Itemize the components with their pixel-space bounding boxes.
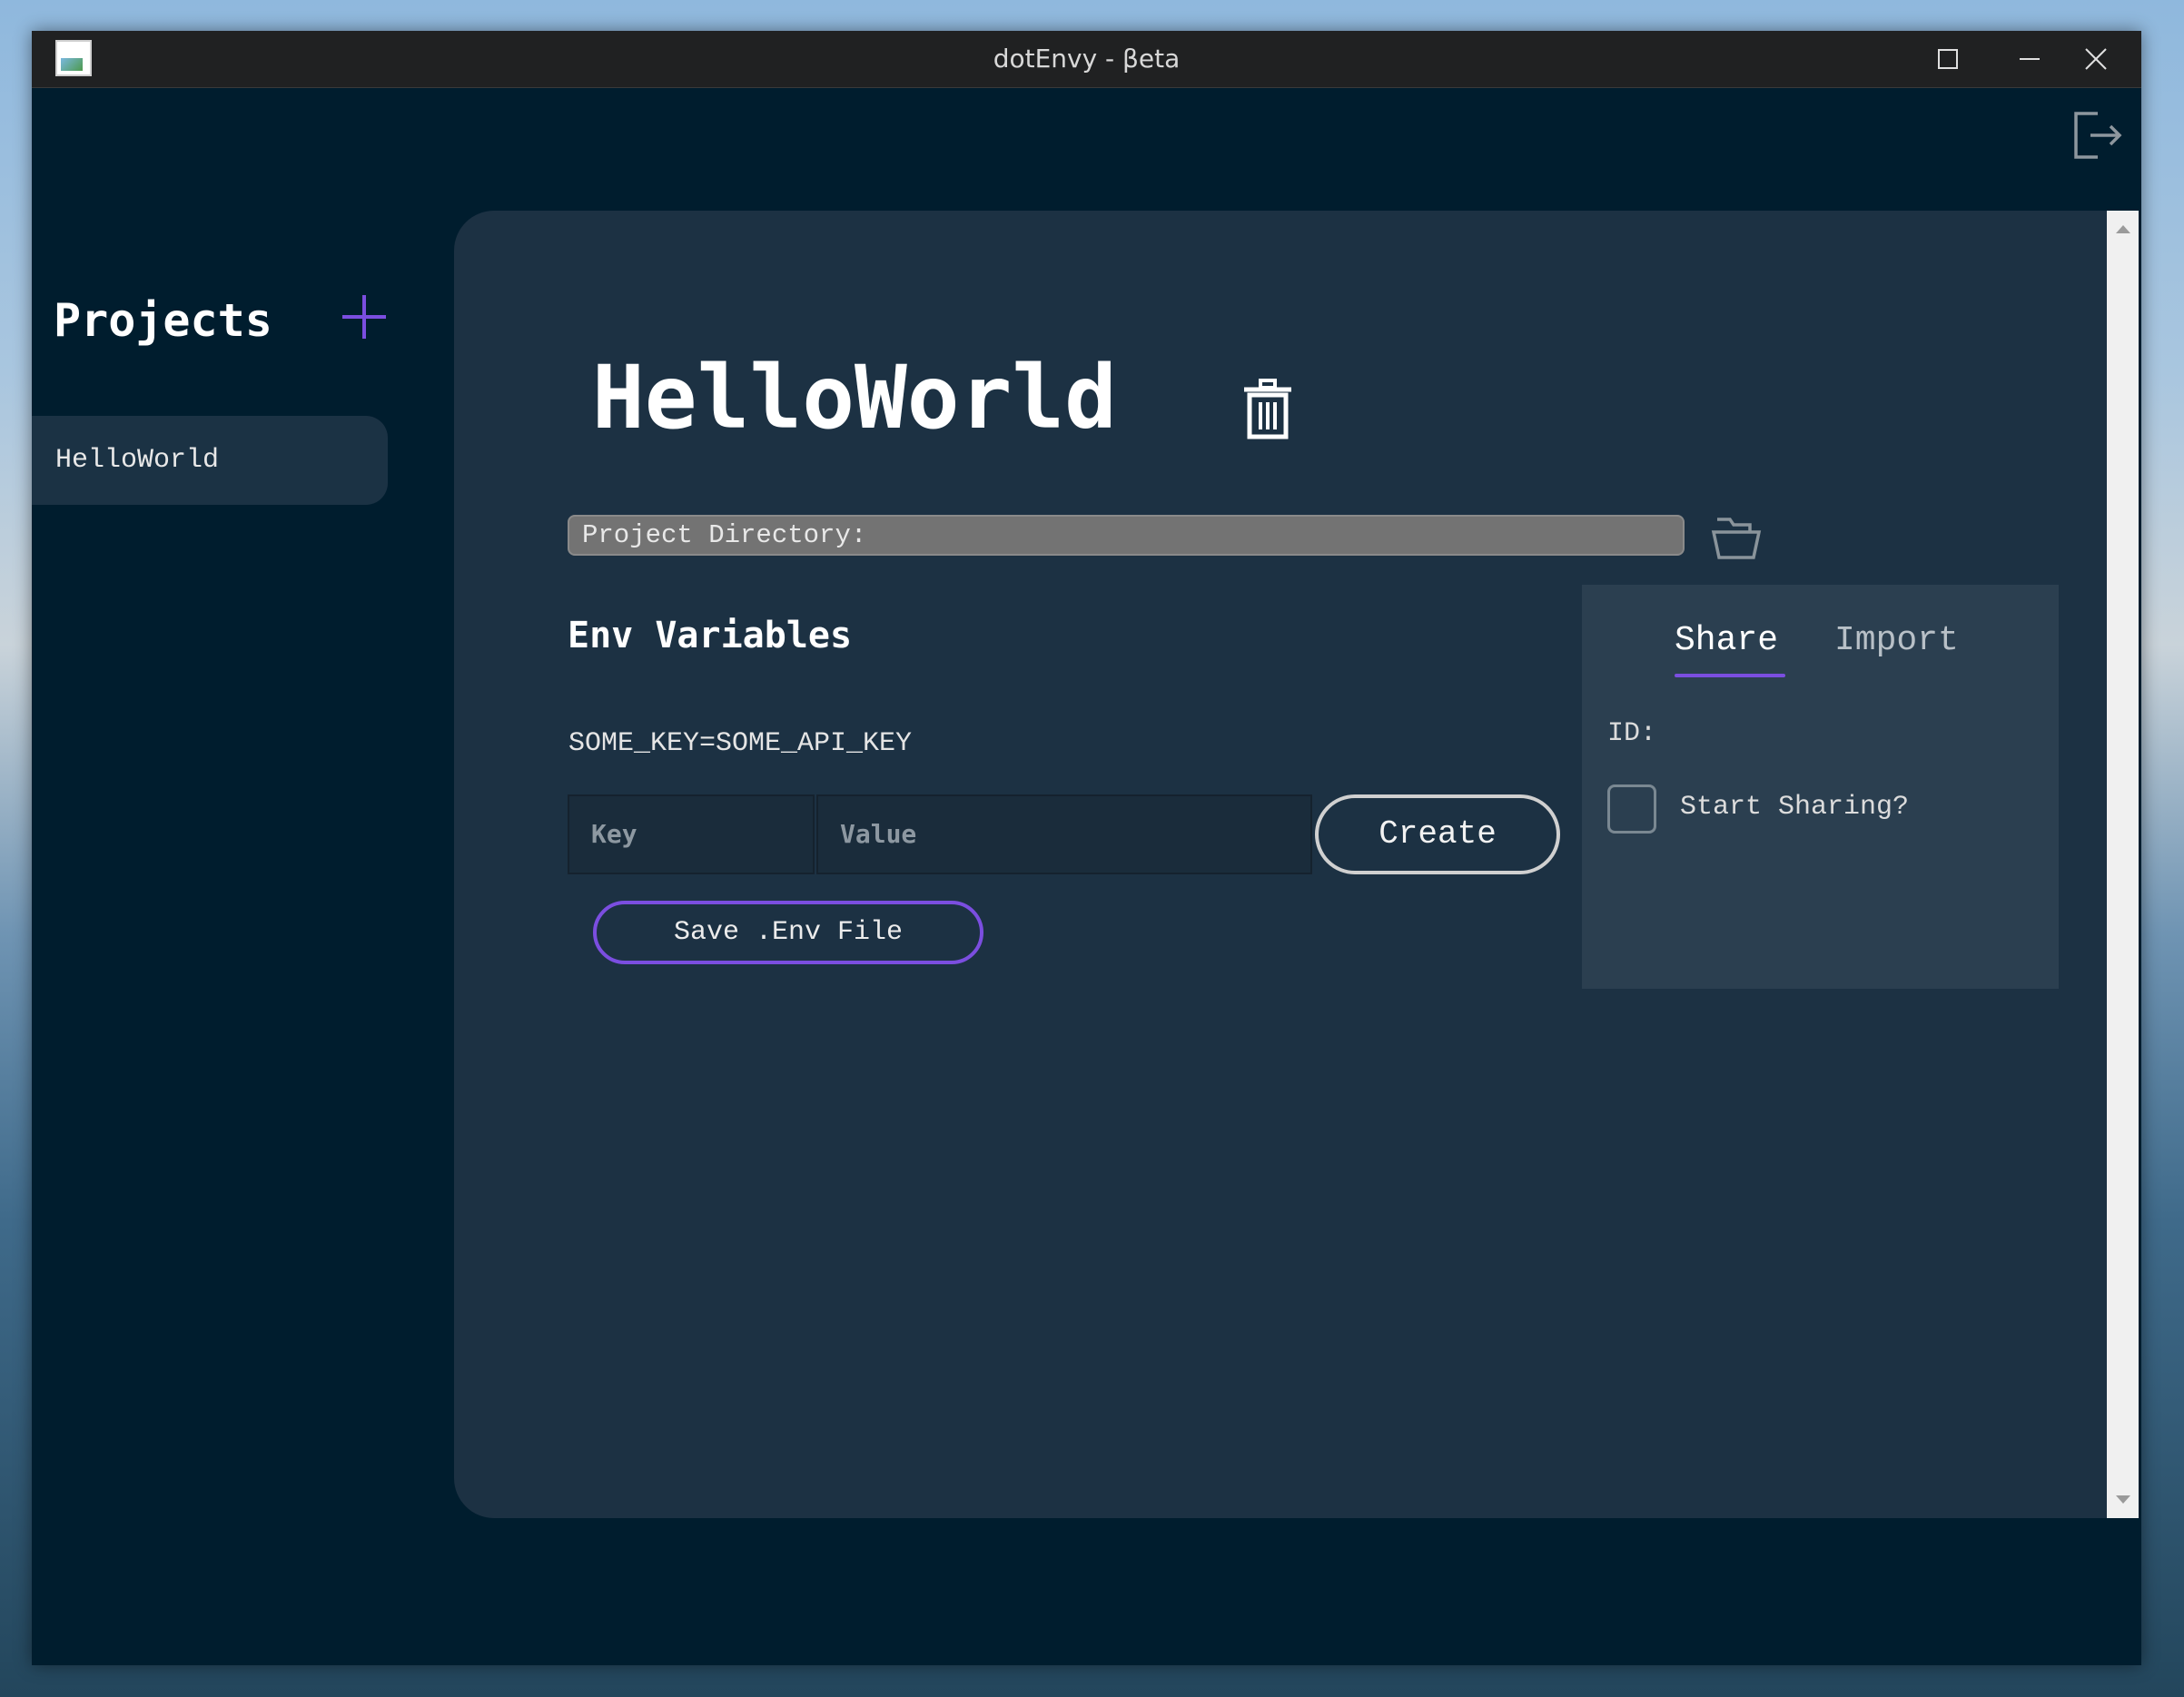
minimize-icon (2020, 58, 2040, 60)
folder-open-icon (1711, 518, 1762, 559)
close-button[interactable] (2051, 31, 2141, 87)
scroll-up-arrow-icon[interactable] (2116, 225, 2130, 233)
start-sharing-checkbox[interactable] (1607, 784, 1656, 834)
tab-share[interactable]: Share (1675, 621, 1778, 660)
project-title: HelloWorld (592, 347, 1117, 449)
create-button[interactable]: Create (1315, 794, 1560, 874)
window-title: dotEnvy - βeta (993, 44, 1181, 74)
logout-icon (2074, 112, 2122, 159)
maximize-button[interactable] (1902, 31, 1993, 87)
close-icon (2085, 48, 2107, 70)
value-input[interactable]: Value (816, 794, 1312, 874)
title-bar[interactable]: dotEnvy - βeta (32, 31, 2141, 88)
browse-directory-button[interactable] (1710, 508, 1763, 561)
app-window: dotEnvy - βeta Projects HelloWorld Hello… (32, 31, 2141, 1665)
logout-button[interactable] (2070, 108, 2125, 163)
project-directory-field[interactable]: Project Directory: (568, 515, 1685, 556)
sidebar-item-helloworld[interactable]: HelloWorld (32, 416, 388, 505)
env-variable-item: SOME_KEY=SOME_API_KEY (568, 728, 913, 759)
vertical-scrollbar[interactable] (2107, 211, 2139, 1518)
share-id-label: ID: (1607, 718, 1657, 749)
active-tab-indicator (1675, 674, 1785, 677)
save-env-file-button[interactable]: Save .Env File (593, 901, 983, 964)
share-import-panel: Share Import ID: Start Sharing? (1582, 585, 2059, 989)
add-project-button[interactable] (339, 291, 390, 342)
maximize-icon (1938, 49, 1958, 69)
key-input[interactable]: Key (568, 794, 815, 874)
scroll-down-arrow-icon[interactable] (2116, 1495, 2130, 1504)
sidebar-title: Projects (54, 294, 272, 347)
plus-icon (342, 295, 386, 339)
tab-import[interactable]: Import (1834, 621, 1959, 660)
trash-icon (1244, 379, 1291, 439)
env-variables-heading: Env Variables (568, 615, 853, 656)
start-sharing-label[interactable]: Start Sharing? (1680, 792, 1909, 823)
project-panel: HelloWorld Project Directory: Env Variab… (454, 211, 2139, 1518)
delete-project-button[interactable] (1242, 379, 1293, 440)
